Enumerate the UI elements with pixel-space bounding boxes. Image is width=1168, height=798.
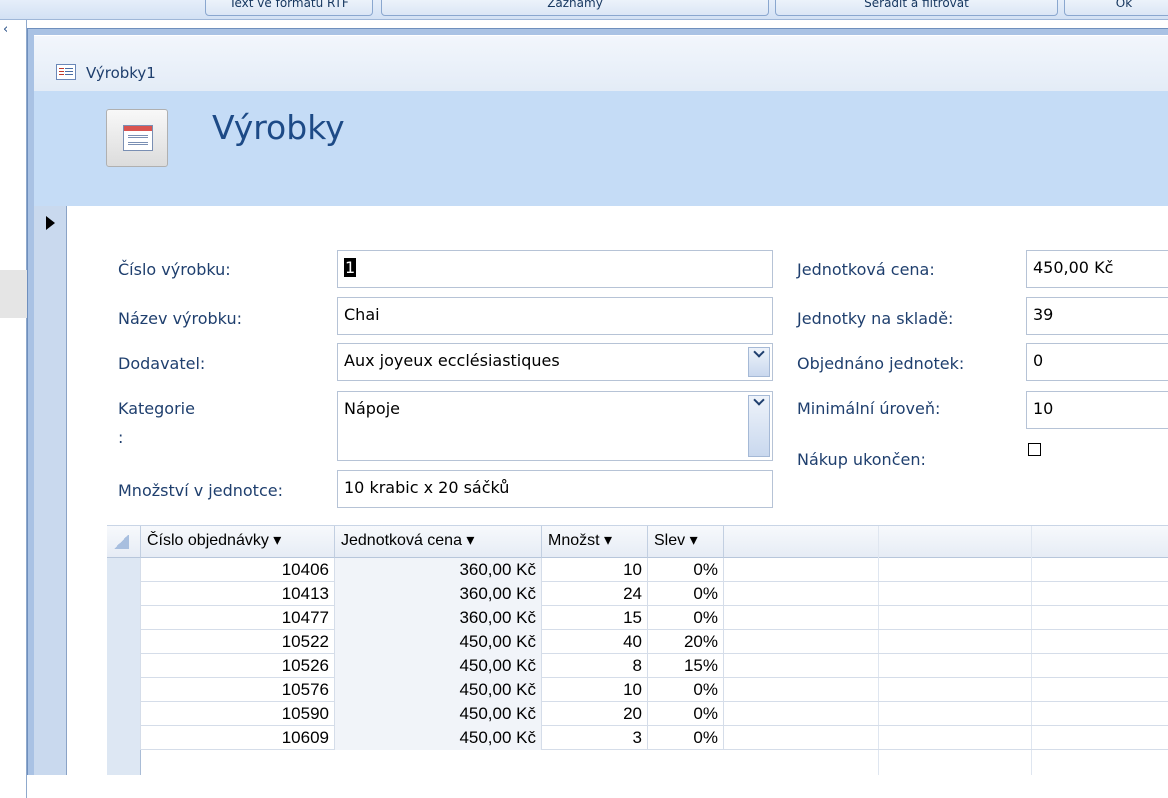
column-header-jednotkova-cena[interactable]: Jednotková cena ▾ (335, 526, 542, 558)
table-row[interactable]: 10526 450,00 Kč 8 15% (107, 654, 1168, 678)
table-cell[interactable]: 450,00 Kč (335, 654, 542, 678)
table-cell[interactable]: 10609 (141, 726, 335, 750)
table-cell[interactable]: 20% (648, 630, 724, 654)
table-cell[interactable]: 450,00 Kč (335, 726, 542, 750)
select-all-cell[interactable] (107, 526, 141, 558)
table-cell[interactable]: 20 (542, 702, 648, 726)
label-mnozstvi-v-jednotce: Množství v jednotce: (118, 481, 283, 500)
form-icon (56, 64, 76, 80)
nav-collapse-icon[interactable]: ‹ (3, 22, 8, 37)
label-cislo-vyrobku: Číslo výrobku: (118, 260, 231, 279)
nazev-vyrobku-field[interactable]: Chai (337, 297, 773, 335)
row-selector[interactable] (107, 582, 141, 606)
label-jednotkova-cena: Jednotková cena: (797, 260, 935, 279)
table-cell[interactable]: 15 (542, 606, 648, 630)
row-selector[interactable] (107, 558, 141, 582)
label-kategorie-colon: : (118, 428, 124, 447)
combo-dropdown-icon[interactable] (748, 395, 770, 457)
table-cell[interactable]: 8 (542, 654, 648, 678)
ribbon-sort-filter-button[interactable]: Seřadit a filtrovat (775, 0, 1058, 16)
label-nakup-ukoncen: Nákup ukončen: (797, 450, 926, 469)
record-selector-arrow-icon (46, 216, 55, 230)
form-header: Výrobky (34, 91, 1168, 206)
table-cell[interactable]: 450,00 Kč (335, 678, 542, 702)
ribbon-strip: Text ve formátu RTF Záznamy Seřadit a fi… (0, 0, 1168, 20)
row-selector[interactable] (107, 654, 141, 678)
table-row[interactable]: 10522 450,00 Kč 40 20% (107, 630, 1168, 654)
row-selector[interactable] (107, 702, 141, 726)
form-tab[interactable]: Výrobky1 (34, 35, 1168, 97)
table-cell[interactable]: 360,00 Kč (335, 606, 542, 630)
page-title: Výrobky (212, 108, 345, 147)
cislo-vyrobku-field[interactable]: 1 (337, 250, 773, 288)
nav-selected-item[interactable] (0, 270, 27, 318)
table-cell[interactable]: 10 (542, 558, 648, 582)
row-selector[interactable] (107, 630, 141, 654)
table-row[interactable]: 10413 360,00 Kč 24 0% (107, 582, 1168, 606)
label-jednotky-na-sklade: Jednotky na skladě: (797, 309, 954, 328)
column-header-mnozstvi[interactable]: Množst ▾ (542, 526, 648, 558)
ribbon-rtf-button[interactable]: Text ve formátu RTF (205, 0, 373, 16)
table-row[interactable]: 10576 450,00 Kč 10 0% (107, 678, 1168, 702)
table-cell[interactable]: 10413 (141, 582, 335, 606)
label-objednano-jednotek: Objednáno jednotek: (797, 354, 965, 373)
table-cell[interactable]: 450,00 Kč (335, 630, 542, 654)
table-cell[interactable]: 360,00 Kč (335, 582, 542, 606)
column-header-empty (724, 526, 1168, 558)
mnozstvi-v-jednotce-field[interactable]: 10 krabic x 20 sáčků (337, 470, 773, 508)
dodavatel-value: Aux joyeux ecclésiastiques (344, 351, 560, 370)
row-selector[interactable] (107, 678, 141, 702)
ribbon-more-button[interactable]: Ok (1064, 0, 1168, 16)
column-header-sleva[interactable]: Slev ▾ (648, 526, 724, 558)
nakup-ukoncen-checkbox[interactable] (1028, 443, 1041, 456)
row-selector[interactable] (107, 726, 141, 750)
table-cell[interactable]: 10477 (141, 606, 335, 630)
objednano-jednotek-field[interactable]: 0 (1026, 343, 1168, 381)
label-minimalni-uroven: Minimální úroveň: (797, 399, 941, 418)
table-row[interactable]: 10609 450,00 Kč 3 0% (107, 726, 1168, 750)
jednotky-na-sklade-field[interactable]: 39 (1026, 297, 1168, 335)
table-row[interactable]: 10590 450,00 Kč 20 0% (107, 702, 1168, 726)
table-cell[interactable]: 3 (542, 726, 648, 750)
table-cell[interactable]: 0% (648, 558, 724, 582)
table-row[interactable]: 10477 360,00 Kč 15 0% (107, 606, 1168, 630)
form-icon (106, 109, 168, 167)
record-selector[interactable] (34, 206, 67, 798)
minimalni-uroven-field[interactable]: 10 (1026, 391, 1168, 429)
table-cell[interactable]: 10522 (141, 630, 335, 654)
kategorie-value: Nápoje (344, 399, 401, 418)
select-all-icon (113, 535, 129, 549)
orders-subform: Číslo objednávky ▾ Jednotková cena ▾ Mno… (107, 525, 1168, 775)
label-dodavatel: Dodavatel: (118, 354, 206, 373)
table-cell[interactable]: 10576 (141, 678, 335, 702)
dodavatel-combo[interactable]: Aux joyeux ecclésiastiques (337, 343, 773, 381)
table-cell[interactable]: 0% (648, 678, 724, 702)
table-cell[interactable]: 0% (648, 582, 724, 606)
navigation-pane: ‹ (0, 20, 27, 798)
column-header-cislo-objednavky[interactable]: Číslo objednávky ▾ (141, 526, 335, 558)
table-cell[interactable]: 0% (648, 606, 724, 630)
label-nazev-vyrobku: Název výrobku: (118, 309, 242, 328)
table-cell[interactable]: 10590 (141, 702, 335, 726)
table-cell[interactable]: 40 (542, 630, 648, 654)
table-cell[interactable]: 10526 (141, 654, 335, 678)
table-cell[interactable]: 10406 (141, 558, 335, 582)
table-row[interactable]: 10406 360,00 Kč 10 0% (107, 558, 1168, 582)
table-cell[interactable]: 15% (648, 654, 724, 678)
combo-dropdown-icon[interactable] (748, 347, 770, 377)
kategorie-combo[interactable]: Nápoje (337, 391, 773, 461)
window-title: Výrobky1 (86, 64, 156, 82)
table-cell[interactable]: 24 (542, 582, 648, 606)
row-selector[interactable] (107, 606, 141, 630)
table-cell[interactable]: 360,00 Kč (335, 558, 542, 582)
form-bottom (27, 775, 1168, 798)
label-kategorie: Kategorie (118, 399, 195, 418)
table-cell[interactable]: 0% (648, 702, 724, 726)
table-cell[interactable]: 450,00 Kč (335, 702, 542, 726)
jednotkova-cena-field[interactable]: 450,00 Kč (1026, 250, 1168, 288)
table-cell[interactable]: 0% (648, 726, 724, 750)
table-cell[interactable]: 10 (542, 678, 648, 702)
ribbon-records-button[interactable]: Záznamy (381, 0, 769, 16)
